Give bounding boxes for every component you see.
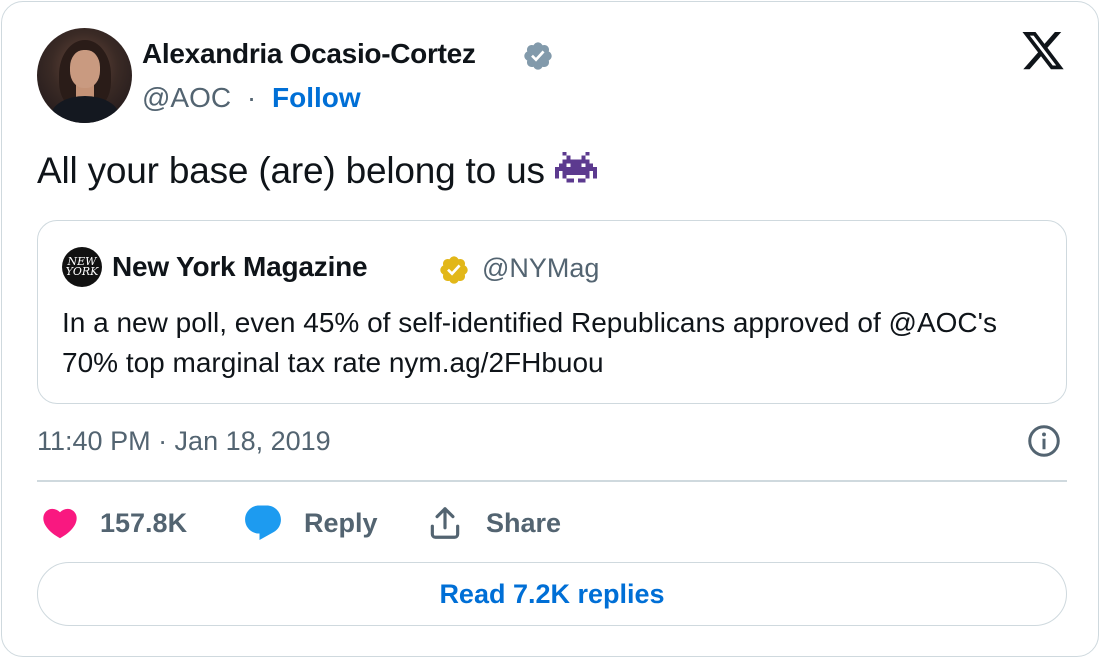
author-handle[interactable]: @AOC [142,82,231,113]
share-button[interactable]: Share [426,502,561,544]
quoted-author-handle[interactable]: @NYMag [482,253,599,284]
alien-monster-icon [554,151,597,183]
author-name[interactable]: Alexandria Ocasio-Cortez [142,38,476,70]
like-count: 157.8K [100,507,188,538]
read-replies-button[interactable]: Read 7.2K replies [37,562,1067,626]
reply-button[interactable]: Reply [242,502,378,544]
share-label: Share [486,507,562,538]
tweet-text: All your base (are) belong to us [37,150,597,192]
reply-label: Reply [304,507,378,538]
tweet-embed-card: Alexandria Ocasio-Cortez @AOC · Follow A… [1,1,1099,657]
quoted-author-avatar[interactable]: NEW YORK [62,247,102,287]
reply-bubble-icon [245,505,281,540]
info-icon[interactable] [1026,423,1062,459]
heart-icon [43,508,77,539]
share-upload-icon [430,507,460,539]
tweet-timestamp[interactable]: 11:40 PM · Jan 18, 2019 [37,426,331,457]
quoted-tweet[interactable]: NEW YORK New York Magazine @NYMag In a ne… [37,220,1067,404]
verified-badge-icon [524,42,552,70]
separator-dot: · [246,82,257,113]
gold-verified-badge-icon [440,256,468,284]
divider [37,480,1067,482]
author-handle-row: @AOC · Follow [142,82,361,114]
follow-link[interactable]: Follow [272,82,361,113]
quoted-author-name[interactable]: New York Magazine [112,251,368,283]
author-avatar[interactable] [37,28,132,123]
x-logo-icon[interactable] [1020,32,1066,74]
quoted-tweet-text: In a new poll, even 45% of self-identifi… [62,307,997,378]
tweet-text-body: All your base (are) belong to us [37,150,545,191]
like-button[interactable]: 157.8K [40,502,187,544]
